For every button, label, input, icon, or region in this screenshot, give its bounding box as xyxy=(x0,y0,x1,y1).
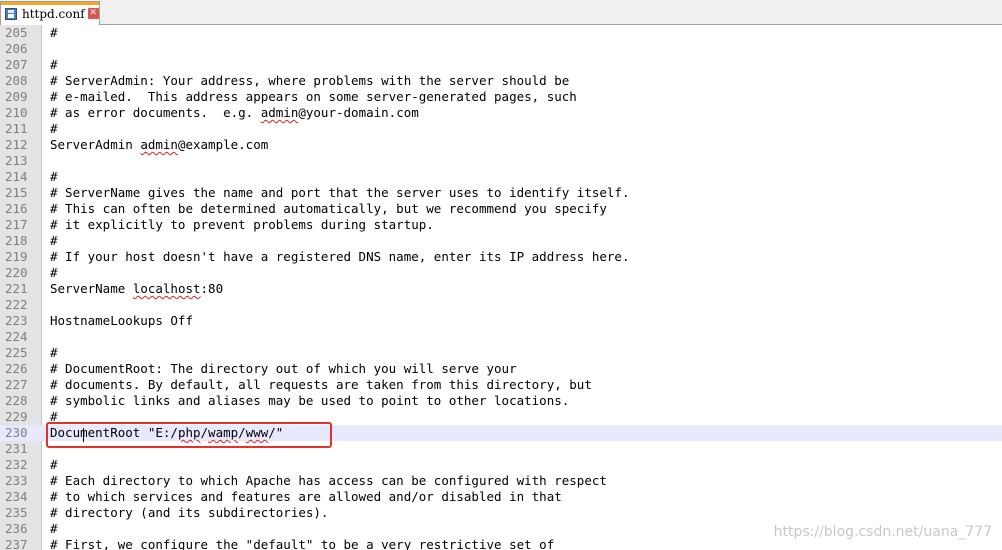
line-number: 213 xyxy=(5,153,28,168)
code-editor[interactable]: 205 #206 207 #208 # ServerAdmin: Your addres… xyxy=(0,25,1002,550)
code-line-207[interactable]: 207 # xyxy=(0,57,1002,73)
code-line-213[interactable]: 213 xyxy=(0,153,1002,169)
code-line-224[interactable]: 224 xyxy=(0,329,1002,345)
code-line-235[interactable]: 235 # directory (and its subdirectories). xyxy=(0,505,1002,521)
code-line-233[interactable]: 233 # Each directory to which Apache has … xyxy=(0,473,1002,489)
line-number: 215 xyxy=(5,185,28,200)
line-text: # it explicitly to prevent problems duri… xyxy=(50,217,434,232)
line-text: # xyxy=(50,25,58,40)
code-line-225[interactable]: 225 # xyxy=(0,345,1002,361)
text-caret xyxy=(83,428,84,442)
line-number: 221 xyxy=(5,281,28,296)
line-text: # ServerName gives the name and port tha… xyxy=(50,185,630,200)
code-line-232[interactable]: 232 # xyxy=(0,457,1002,473)
line-number: 228 xyxy=(5,393,28,408)
editor-lines: 205 #206 207 #208 # ServerAdmin: Your addres… xyxy=(0,25,1002,550)
code-line-208[interactable]: 208 # ServerAdmin: Your address, where pr… xyxy=(0,73,1002,89)
code-line-219[interactable]: 219 # If your host doesn't have a registe… xyxy=(0,249,1002,265)
line-number: 232 xyxy=(5,457,28,472)
code-line-228[interactable]: 228 # symbolic links and aliases may be u… xyxy=(0,393,1002,409)
code-line-223[interactable]: 223 HostnameLookups Off xyxy=(0,313,1002,329)
line-number: 211 xyxy=(5,121,28,136)
code-line-205[interactable]: 205 # xyxy=(0,25,1002,41)
line-text: # to which services and features are all… xyxy=(50,489,562,504)
line-text: # xyxy=(50,57,58,72)
line-number: 216 xyxy=(5,201,28,216)
line-number: 225 xyxy=(5,345,28,360)
line-number: 209 xyxy=(5,89,28,104)
code-line-226[interactable]: 226 # DocumentRoot: The directory out of … xyxy=(0,361,1002,377)
line-number: 224 xyxy=(5,329,28,344)
line-number: 206 xyxy=(5,41,28,56)
line-text: # DocumentRoot: The directory out of whi… xyxy=(50,361,517,376)
line-text: # xyxy=(50,265,58,280)
code-line-217[interactable]: 217 # it explicitly to prevent problems d… xyxy=(0,217,1002,233)
annotation-highlight-box xyxy=(46,422,332,448)
code-line-227[interactable]: 227 # documents. By default, all requests… xyxy=(0,377,1002,393)
line-number: 220 xyxy=(5,265,28,280)
line-number: 208 xyxy=(5,73,28,88)
line-text: # ServerAdmin: Your address, where probl… xyxy=(50,73,570,88)
code-line-218[interactable]: 218 # xyxy=(0,233,1002,249)
line-number: 226 xyxy=(5,361,28,376)
line-number: 217 xyxy=(5,217,28,232)
line-text: # This can often be determined automatic… xyxy=(50,201,607,216)
line-number: 214 xyxy=(5,169,28,184)
code-line-209[interactable]: 209 # e-mailed. This address appears on s… xyxy=(0,89,1002,105)
line-text: # Each directory to which Apache has acc… xyxy=(50,473,607,488)
code-line-216[interactable]: 216 # This can often be determined automa… xyxy=(0,201,1002,217)
line-text: # If your host doesn't have a registered… xyxy=(50,249,630,264)
code-line-206[interactable]: 206 xyxy=(0,41,1002,57)
line-number: 236 xyxy=(5,521,28,536)
line-number: 219 xyxy=(5,249,28,264)
line-text: ServerAdmin admin@example.com xyxy=(50,137,269,152)
code-line-234[interactable]: 234 # to which services and features are … xyxy=(0,489,1002,505)
line-text: # as error documents. e.g. admin@your-do… xyxy=(50,105,419,120)
line-text: # xyxy=(50,169,58,184)
line-text: # xyxy=(50,345,58,360)
line-text: # directory (and its subdirectories). xyxy=(50,505,329,520)
line-number: 210 xyxy=(5,105,28,120)
code-line-222[interactable]: 222 xyxy=(0,297,1002,313)
line-text: # xyxy=(50,457,58,472)
line-number: 233 xyxy=(5,473,28,488)
line-text: # xyxy=(50,521,58,536)
line-number: 229 xyxy=(5,409,28,424)
save-icon xyxy=(5,7,17,20)
line-number: 212 xyxy=(5,137,28,152)
line-text: # symbolic links and aliases may be used… xyxy=(50,393,570,408)
line-number: 237 xyxy=(5,537,28,550)
code-line-221[interactable]: 221 ServerName localhost:80 xyxy=(0,281,1002,297)
watermark: https://blog.csdn.net/uana_777 xyxy=(773,524,992,540)
code-line-220[interactable]: 220 # xyxy=(0,265,1002,281)
tab-httpd-conf[interactable]: httpd.conf ✕ xyxy=(0,1,100,25)
line-number: 234 xyxy=(5,489,28,504)
line-text: # xyxy=(50,121,58,136)
line-text: HostnameLookups Off xyxy=(50,313,193,328)
code-line-212[interactable]: 212 ServerAdmin admin@example.com xyxy=(0,137,1002,153)
line-number: 223 xyxy=(5,313,28,328)
tab-label: httpd.conf xyxy=(22,6,85,21)
line-number: 218 xyxy=(5,233,28,248)
line-number: 207 xyxy=(5,57,28,72)
code-line-210[interactable]: 210 # as error documents. e.g. admin@your… xyxy=(0,105,1002,121)
line-number: 230 xyxy=(5,425,28,440)
line-number: 222 xyxy=(5,297,28,312)
line-number: 235 xyxy=(5,505,28,520)
tab-active-indicator xyxy=(1,2,99,5)
tab-bar: httpd.conf ✕ xyxy=(0,0,1002,25)
line-number: 231 xyxy=(5,441,28,456)
code-line-215[interactable]: 215 # ServerName gives the name and port … xyxy=(0,185,1002,201)
line-text: ServerName localhost:80 xyxy=(50,281,224,296)
code-line-214[interactable]: 214 # xyxy=(0,169,1002,185)
line-text: # xyxy=(50,233,58,248)
close-icon[interactable]: ✕ xyxy=(87,8,99,19)
line-text: # First, we configure the "default" to b… xyxy=(50,537,555,550)
line-number: 205 xyxy=(5,25,28,40)
line-text: # documents. By default, all requests ar… xyxy=(50,377,592,392)
code-line-211[interactable]: 211 # xyxy=(0,121,1002,137)
line-number: 227 xyxy=(5,377,28,392)
line-text: # e-mailed. This address appears on some… xyxy=(50,89,577,104)
